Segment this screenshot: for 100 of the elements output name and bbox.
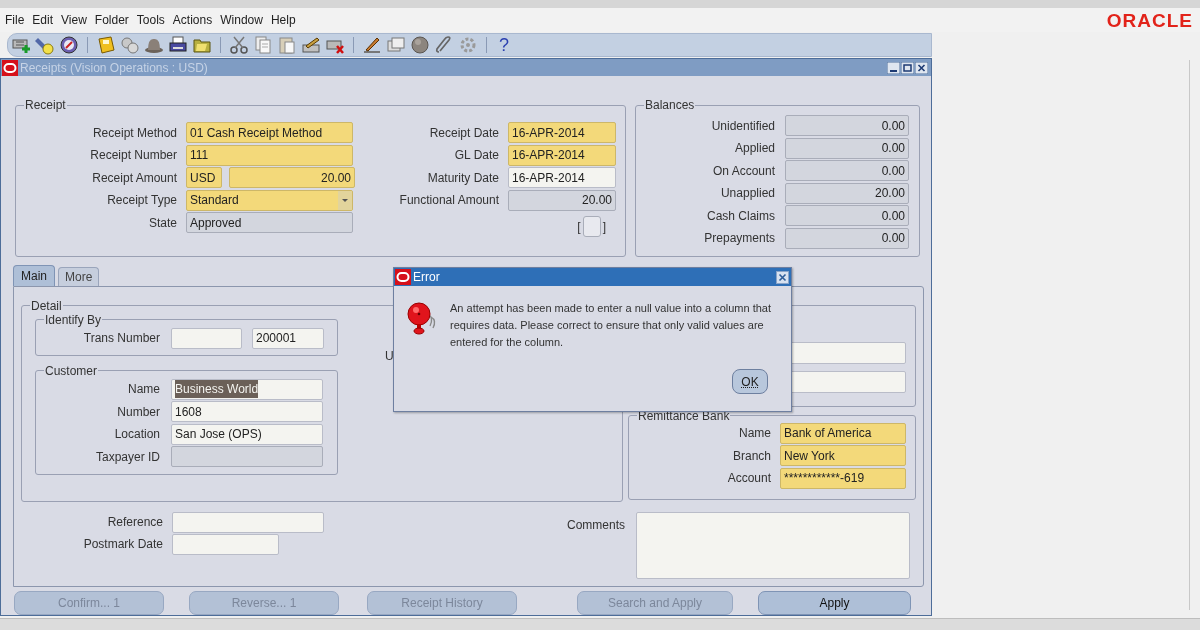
field-label: Postmark Date — [82, 536, 163, 554]
field-label: Location — [113, 426, 160, 444]
field-label: On Account — [711, 162, 775, 180]
input-field[interactable]: 1608 — [171, 401, 323, 423]
input-field[interactable]: 0.00 — [785, 137, 909, 159]
menu-item[interactable]: Tools — [133, 11, 168, 29]
menu-item[interactable]: View — [58, 11, 90, 29]
field-label: Receipt Type — [106, 192, 177, 209]
pencil-icon[interactable] — [301, 35, 321, 55]
field-label: Functional Amount — [398, 192, 499, 209]
input-field[interactable]: New York — [780, 445, 906, 467]
group-label: Identify By — [44, 312, 103, 327]
menu-item[interactable]: Window — [217, 11, 266, 29]
help-icon[interactable]: ? — [499, 36, 509, 54]
action-button[interactable]: Apply — [758, 591, 911, 615]
input-field[interactable]: ************-619 — [780, 467, 906, 489]
input-field[interactable]: Business World — [171, 378, 323, 400]
paperclip-icon[interactable] — [434, 35, 454, 55]
input-field[interactable]: 200001 — [252, 327, 324, 349]
input-field[interactable] — [171, 327, 242, 349]
action-button: Confirm... 1 — [14, 591, 164, 615]
menu-item[interactable]: Folder — [91, 11, 132, 29]
menu-item[interactable]: Actions — [169, 11, 216, 29]
field-label: U — [385, 347, 394, 365]
bracket-text: ] — [602, 218, 606, 236]
field-label: Reference — [106, 514, 163, 532]
field-label: GL Date — [453, 147, 499, 164]
paste-icon[interactable] — [277, 35, 297, 55]
input-field[interactable]: 0.00 — [785, 115, 909, 136]
flexfield-button[interactable] — [582, 216, 601, 237]
input-field[interactable]: 20.00 — [229, 167, 355, 188]
input-field[interactable]: 20.00 — [508, 189, 616, 211]
field-label: Name — [127, 381, 160, 399]
group-label: Balances — [644, 98, 696, 112]
input-field[interactable] — [172, 533, 279, 555]
input-field[interactable]: 0.00 — [785, 227, 909, 249]
group-label: Detail — [30, 298, 63, 313]
input-field[interactable] — [172, 511, 324, 533]
compass-icon[interactable] — [59, 35, 79, 55]
field-label: Receipt Amount — [91, 169, 177, 187]
dialog-title: Error — [413, 269, 440, 286]
close-icon[interactable] — [915, 61, 928, 74]
scissors-icon[interactable] — [229, 35, 249, 55]
group-label: Customer — [44, 363, 98, 378]
input-field[interactable]: Approved — [186, 212, 353, 233]
menu-item[interactable]: Edit — [29, 11, 57, 29]
copy-icon[interactable] — [253, 35, 273, 55]
input-field[interactable]: 01 Cash Receipt Method — [186, 122, 353, 143]
action-button: Receipt History — [367, 591, 517, 615]
field-label: Maturity Date — [426, 169, 499, 187]
field-label: State — [147, 214, 177, 232]
minimize-icon[interactable] — [887, 61, 900, 74]
sphere-icon[interactable] — [410, 35, 430, 55]
dropdown-field[interactable]: Standard — [186, 189, 353, 211]
pen-icon[interactable] — [362, 35, 382, 55]
menu-item[interactable]: File — [2, 11, 28, 29]
printer-icon[interactable] — [168, 35, 188, 55]
group-label: Receipt — [24, 98, 67, 112]
input-field[interactable]: 0.00 — [785, 160, 909, 182]
input-field[interactable]: 0.00 — [785, 205, 909, 227]
input-field[interactable]: USD — [186, 167, 222, 188]
field-label: Prepayments — [703, 230, 775, 248]
field-label: Receipt Number — [89, 147, 177, 164]
input-field[interactable]: Bank of America — [780, 422, 906, 444]
field-label: Taxpayer ID — [94, 448, 160, 466]
maximize-icon[interactable] — [901, 61, 914, 74]
comments-field[interactable] — [636, 511, 910, 579]
window-title: Receipts (Vision Operations : USD) — [20, 59, 208, 77]
field-label: Trans Number — [82, 330, 160, 348]
field-label: Applied — [733, 140, 775, 158]
oracle-logo: ORACLE — [1106, 10, 1193, 30]
field-label: Account — [726, 470, 771, 488]
field-label: Cash Claims — [706, 207, 775, 225]
input-field[interactable]: San Jose (OPS) — [171, 423, 323, 445]
field-label: Branch — [731, 447, 771, 465]
save-icon[interactable] — [96, 35, 116, 55]
input-field[interactable]: 111 — [186, 144, 353, 166]
gears-icon[interactable] — [120, 35, 140, 55]
field-label: Number — [116, 403, 160, 421]
input-field[interactable]: 16-APR-2014 — [508, 122, 616, 143]
input-field[interactable] — [171, 446, 323, 468]
caret-icon — [338, 190, 352, 210]
error-message: An attempt has been made to enter a null value into a column that requires data. Please correct to ensure that only valid values are entered for the column. — [450, 301, 773, 350]
field-label: Receipt Date — [428, 124, 499, 142]
bracket-text: [ — [577, 218, 581, 236]
field-label: Comments — [567, 516, 625, 534]
field-label: Unapplied — [719, 185, 775, 203]
tab[interactable]: Main — [13, 264, 55, 286]
field-label: Unidentified — [710, 117, 775, 135]
close-icon[interactable] — [776, 270, 789, 284]
ok-button[interactable]: OK — [732, 369, 768, 394]
input-field[interactable]: 16-APR-2014 — [508, 144, 616, 166]
input-field[interactable]: 16-APR-2014 — [508, 167, 616, 188]
field-label: Receipt Method — [91, 124, 177, 142]
field-label: Name — [738, 425, 771, 443]
action-button: Reverse... 1 — [189, 591, 339, 615]
flashlight-icon[interactable] — [35, 35, 55, 55]
tab[interactable]: More — [58, 266, 100, 286]
menu-item[interactable]: Help — [267, 11, 299, 29]
input-field[interactable]: 20.00 — [785, 182, 909, 204]
